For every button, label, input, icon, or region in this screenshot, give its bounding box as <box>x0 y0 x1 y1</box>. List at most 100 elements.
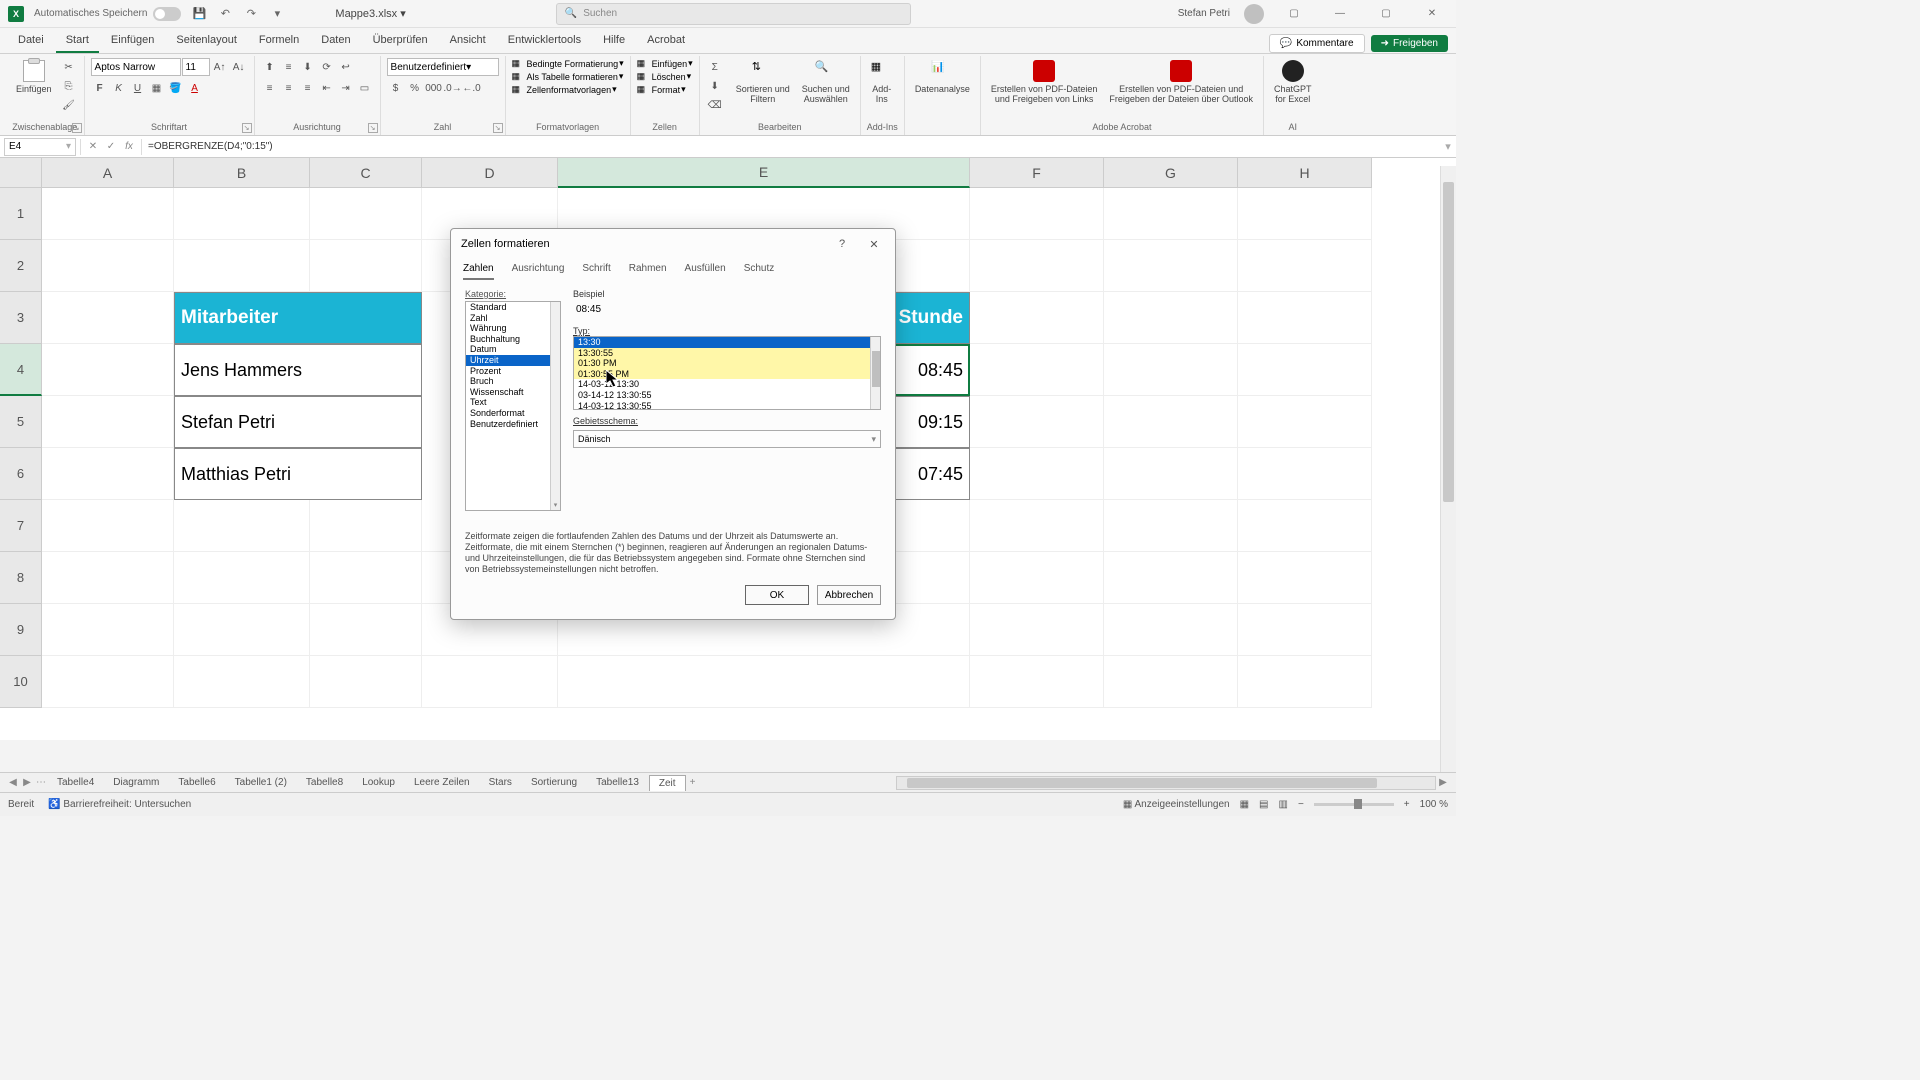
cell[interactable]: Jens Hammers <box>174 344 422 396</box>
fill-color-icon[interactable]: 🪣 <box>167 79 185 97</box>
copy-icon[interactable]: ⎘ <box>60 77 78 95</box>
orientation-icon[interactable]: ⟳ <box>318 58 336 76</box>
formula-input[interactable]: =OBERGRENZE(D4;"0:15") <box>142 141 1440 152</box>
ribbon-tab-entwicklertools[interactable]: Entwicklertools <box>498 29 591 53</box>
delete-cells-button[interactable]: ▦Löschen ▾ <box>637 71 692 82</box>
accessibility-status[interactable]: ♿ Barrierefreiheit: Untersuchen <box>48 799 191 810</box>
pdf-link-button[interactable]: Erstellen von PDF-Dateien und Freigeben … <box>987 58 1102 106</box>
view-pagebreak-icon[interactable]: ▥ <box>1279 799 1288 810</box>
cell-styles-button[interactable]: ▦Zellenformatvorlagen ▾ <box>512 84 617 95</box>
cell[interactable]: 08:45 <box>558 344 970 396</box>
align-right-icon[interactable]: ≡ <box>299 79 317 97</box>
cell[interactable] <box>422 552 558 604</box>
cell[interactable] <box>174 656 310 708</box>
bold-icon[interactable]: F <box>91 79 109 97</box>
dec-decimal-icon[interactable]: ←.0 <box>463 79 481 97</box>
cell[interactable] <box>558 656 970 708</box>
cell[interactable] <box>970 188 1104 240</box>
cell[interactable] <box>558 500 970 552</box>
cell[interactable]: Matthias Petri <box>174 448 422 500</box>
cell[interactable] <box>970 396 1104 448</box>
cell[interactable] <box>174 604 310 656</box>
sheet-tab[interactable]: Tabelle8 <box>297 775 353 791</box>
ribbon-tab-acrobat[interactable]: Acrobat <box>637 29 695 53</box>
cell[interactable] <box>1238 396 1372 448</box>
maximize-icon[interactable]: ▢ <box>1370 4 1402 24</box>
decrease-font-icon[interactable]: A↓ <box>230 58 248 76</box>
currency-icon[interactable]: $ <box>387 79 405 97</box>
font-size-combo[interactable]: 11 <box>182 58 210 76</box>
format-as-table-button[interactable]: ▦Als Tabelle formatieren ▾ <box>512 71 624 82</box>
cut-icon[interactable]: ✂ <box>60 58 78 76</box>
sheet-nav-prev-icon[interactable]: ◀ <box>6 776 20 790</box>
cell[interactable] <box>1104 448 1238 500</box>
column-header[interactable]: C <box>310 158 422 188</box>
cell[interactable] <box>1238 188 1372 240</box>
autosum-icon[interactable]: Σ <box>706 58 724 76</box>
cell[interactable] <box>42 604 174 656</box>
cell[interactable] <box>1104 240 1238 292</box>
merge-icon[interactable]: ▭ <box>356 79 374 97</box>
cell[interactable] <box>558 188 970 240</box>
cell[interactable] <box>970 656 1104 708</box>
view-normal-icon[interactable]: ▦ <box>1240 799 1249 810</box>
underline-icon[interactable]: U <box>129 79 147 97</box>
sheet-tab[interactable]: Tabelle1 (2) <box>226 775 297 791</box>
expand-formula-icon[interactable]: ▾ <box>1440 140 1456 153</box>
qat-dropdown-icon[interactable]: ▾ <box>269 6 285 22</box>
column-header[interactable]: A <box>42 158 174 188</box>
close-icon[interactable]: ✕ <box>1416 4 1448 24</box>
minimize-icon[interactable]: — <box>1324 4 1356 24</box>
paste-button[interactable]: Einfügen <box>12 58 56 96</box>
indent-inc-icon[interactable]: ⇥ <box>337 79 355 97</box>
cell[interactable] <box>970 448 1104 500</box>
cell[interactable] <box>422 604 558 656</box>
cell[interactable] <box>1104 344 1238 396</box>
cell[interactable] <box>1238 552 1372 604</box>
cell[interactable] <box>42 448 174 500</box>
column-header[interactable]: D <box>422 158 558 188</box>
vertical-scrollbar[interactable] <box>1440 166 1456 772</box>
ribbon-tab-formeln[interactable]: Formeln <box>249 29 309 53</box>
data-analysis-button[interactable]: 📊Datenanalyse <box>911 58 974 96</box>
format-painter-icon[interactable]: 🖌 <box>60 96 78 114</box>
cell[interactable] <box>310 656 422 708</box>
inc-decimal-icon[interactable]: .0→ <box>444 79 462 97</box>
sheet-nav-menu-icon[interactable]: ⋯ <box>34 776 48 790</box>
cell[interactable] <box>1104 292 1238 344</box>
row-header[interactable]: 8 <box>0 552 42 604</box>
cell[interactable] <box>970 240 1104 292</box>
sheet-nav-next-icon[interactable]: ▶ <box>20 776 34 790</box>
document-name[interactable]: Mappe3.xlsx ▾ <box>335 7 405 20</box>
sheet-tab[interactable]: Tabelle4 <box>48 775 104 791</box>
conditional-format-button[interactable]: ▦Bedingte Formatierung ▾ <box>512 58 624 69</box>
horizontal-scrollbar[interactable] <box>896 776 1436 790</box>
zoom-slider[interactable] <box>1314 803 1394 806</box>
view-layout-icon[interactable]: ▤ <box>1259 799 1268 810</box>
sheet-tab[interactable]: Zeit <box>649 775 686 791</box>
pdf-outlook-button[interactable]: Erstellen von PDF-Dateien und Freigeben … <box>1105 58 1257 106</box>
chatgpt-button[interactable]: ChatGPT for Excel <box>1270 58 1316 106</box>
cell[interactable] <box>1238 240 1372 292</box>
ribbon-tab-ansicht[interactable]: Ansicht <box>440 29 496 53</box>
find-select-button[interactable]: 🔍Suchen und Auswählen <box>798 58 854 106</box>
hscroll-right-icon[interactable]: ▶ <box>1436 776 1450 790</box>
sheet-tab[interactable]: Stars <box>480 775 522 791</box>
cell[interactable] <box>970 292 1104 344</box>
cell[interactable] <box>422 656 558 708</box>
insert-cells-button[interactable]: ▦Einfügen ▾ <box>637 58 693 69</box>
avatar[interactable] <box>1244 4 1264 24</box>
ribbon-tab-daten[interactable]: Daten <box>311 29 360 53</box>
cell[interactable] <box>422 188 558 240</box>
sheet-tab[interactable]: Leere Zeilen <box>405 775 480 791</box>
cell[interactable] <box>1104 396 1238 448</box>
ribbon-tab-seitenlayout[interactable]: Seitenlayout <box>166 29 247 53</box>
cell[interactable] <box>1238 292 1372 344</box>
undo-icon[interactable]: ↶ <box>217 6 233 22</box>
column-header[interactable]: E <box>558 158 970 188</box>
column-header[interactable]: B <box>174 158 310 188</box>
cell[interactable] <box>1238 604 1372 656</box>
cell[interactable] <box>310 500 422 552</box>
cell[interactable] <box>42 396 174 448</box>
cell[interactable]: te viertel Stunde <box>558 292 970 344</box>
